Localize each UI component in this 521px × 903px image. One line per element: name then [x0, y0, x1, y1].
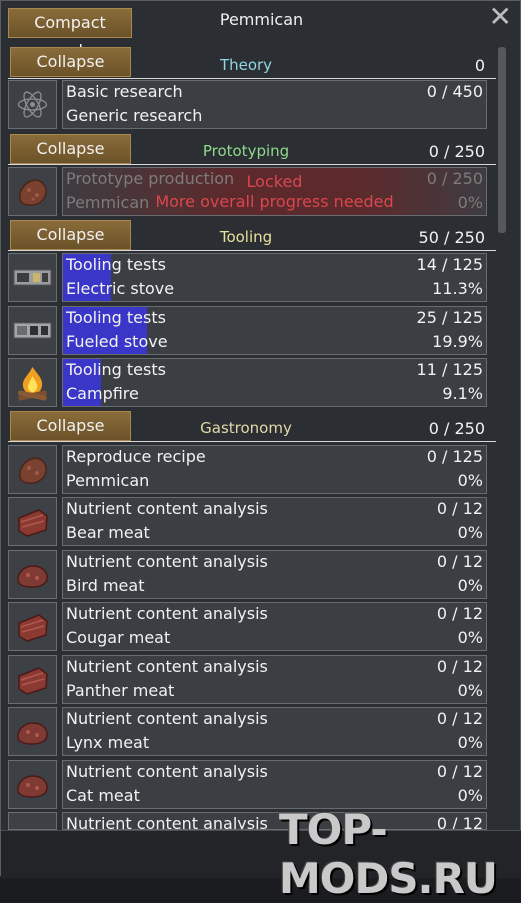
- collapse-tooling-button[interactable]: Collapse: [10, 220, 131, 250]
- project-name: Tooling tests: [66, 255, 166, 274]
- project-name: Tooling tests: [66, 308, 166, 327]
- project-name: Reproduce recipe: [66, 447, 206, 466]
- project-target: Panther meat: [66, 681, 175, 700]
- project-name: Nutrient content analysis: [66, 604, 268, 623]
- section-divider: [8, 441, 496, 442]
- project-name: Nutrient content analysis: [66, 814, 268, 830]
- project-progress: 11 / 125: [416, 360, 483, 379]
- meat-icon: [8, 812, 57, 830]
- research-window: Compact mode Pemmican ✕ Collapse Theory …: [0, 0, 521, 903]
- project-percent: 0%: [457, 786, 483, 805]
- panther-meat-icon: [8, 655, 57, 704]
- project-progress: 0 / 12: [436, 499, 483, 518]
- lynx-meat-icon: [8, 707, 57, 756]
- window-title: Pemmican: [219, 10, 304, 29]
- close-icon[interactable]: ✕: [489, 3, 512, 31]
- project-percent: 0%: [457, 681, 483, 700]
- project-name: Nutrient content analysis: [66, 657, 268, 676]
- project-progress: 25 / 125: [416, 308, 483, 327]
- project-percent: 0%: [457, 576, 483, 595]
- collapse-prototyping-button[interactable]: Collapse: [10, 134, 131, 164]
- atom-icon: [8, 80, 57, 129]
- project-target: Cougar meat: [66, 628, 171, 647]
- project-nutrient-bird-meat[interactable]: Nutrient content analysis 0 / 12 Bird me…: [62, 550, 487, 599]
- project-progress: 0 / 12: [436, 604, 483, 623]
- project-target: Lynx meat: [66, 733, 150, 752]
- project-percent: 0%: [457, 523, 483, 542]
- section-value-gastronomy: 0 / 250: [428, 419, 485, 438]
- electric-stove-icon: [8, 253, 57, 302]
- project-name: Nutrient content analysis: [66, 499, 268, 518]
- project-tooling-electric-stove[interactable]: Tooling tests 14 / 125 Electric stove 11…: [62, 253, 487, 302]
- bird-meat-icon: [8, 550, 57, 599]
- project-percent: 0%: [457, 628, 483, 647]
- project-progress: 0 / 12: [436, 709, 483, 728]
- fueled-stove-icon: [8, 306, 57, 355]
- section-title-prototyping: Prototyping: [202, 142, 290, 160]
- project-nutrient-lynx-meat[interactable]: Nutrient content analysis 0 / 12 Lynx me…: [62, 707, 487, 756]
- pemmican-icon: [8, 445, 57, 494]
- project-percent: 0%: [457, 471, 483, 490]
- project-name: Nutrient content analysis: [66, 709, 268, 728]
- section-divider: [8, 78, 496, 79]
- project-target: Campfire: [66, 384, 139, 403]
- cat-meat-icon: [8, 760, 57, 809]
- locked-reason: More overall progress needed: [155, 192, 394, 211]
- project-target: Pemmican: [66, 471, 150, 490]
- locked-title: Locked: [246, 172, 303, 191]
- project-target: Generic research: [66, 106, 203, 125]
- project-name: Nutrient content analysis: [66, 762, 268, 781]
- project-target: Fueled stove: [66, 332, 168, 351]
- section-value-tooling: 50 / 250: [418, 228, 485, 247]
- bear-meat-icon: [8, 497, 57, 546]
- project-target: Bear meat: [66, 523, 150, 542]
- collapse-theory-button[interactable]: Collapse: [10, 47, 131, 77]
- section-value-prototyping: 0 / 250: [428, 142, 485, 161]
- project-percent: 19.9%: [432, 332, 483, 351]
- project-reproduce-recipe[interactable]: Reproduce recipe 0 / 125 Pemmican 0%: [62, 445, 487, 494]
- pemmican-icon: [8, 167, 57, 216]
- project-basic-research[interactable]: Basic research 0 / 450 Generic research: [62, 80, 487, 129]
- project-progress: 14 / 125: [416, 255, 483, 274]
- campfire-icon: [8, 358, 57, 407]
- cougar-meat-icon: [8, 602, 57, 651]
- watermark: TOP-MODS.RU: [279, 805, 498, 903]
- project-progress: 0 / 12: [436, 657, 483, 676]
- project-tooling-campfire[interactable]: Tooling tests 11 / 125 Campfire 9.1%: [62, 358, 487, 407]
- project-target: Cat meat: [66, 786, 140, 805]
- project-name: Basic research: [66, 82, 183, 101]
- project-progress: 0 / 12: [436, 552, 483, 571]
- project-nutrient-cat-meat[interactable]: Nutrient content analysis 0 / 12 Cat mea…: [62, 760, 487, 809]
- project-tooling-fueled-stove[interactable]: Tooling tests 25 / 125 Fueled stove 19.9…: [62, 306, 487, 355]
- project-name: Nutrient content analysis: [66, 552, 268, 571]
- project-nutrient-panther-meat[interactable]: Nutrient content analysis 0 / 12 Panther…: [62, 655, 487, 704]
- project-progress: 0 / 125: [426, 447, 483, 466]
- project-percent: 9.1%: [442, 384, 483, 403]
- section-title-theory: Theory: [219, 56, 273, 74]
- section-divider: [8, 164, 496, 165]
- project-nutrient-cougar-meat[interactable]: Nutrient content analysis 0 / 12 Cougar …: [62, 602, 487, 651]
- collapse-gastronomy-button[interactable]: Collapse: [10, 411, 131, 441]
- project-target: Bird meat: [66, 576, 145, 595]
- section-title-tooling: Tooling: [219, 228, 273, 246]
- section-value-theory: 0: [474, 56, 485, 75]
- project-name: Tooling tests: [66, 360, 166, 379]
- project-percent: 11.3%: [432, 279, 483, 298]
- project-progress: 0 / 12: [436, 762, 483, 781]
- project-progress: 0 / 450: [426, 82, 483, 101]
- section-divider: [8, 250, 496, 251]
- scrollbar-thumb[interactable]: [498, 47, 506, 233]
- project-percent: 0%: [457, 733, 483, 752]
- project-nutrient-bear-meat[interactable]: Nutrient content analysis 0 / 12 Bear me…: [62, 497, 487, 546]
- section-title-gastronomy: Gastronomy: [200, 419, 292, 437]
- project-prototype-production[interactable]: Prototype production 0 / 250 Pemmican 0%…: [62, 167, 487, 216]
- project-target: Electric stove: [66, 279, 175, 298]
